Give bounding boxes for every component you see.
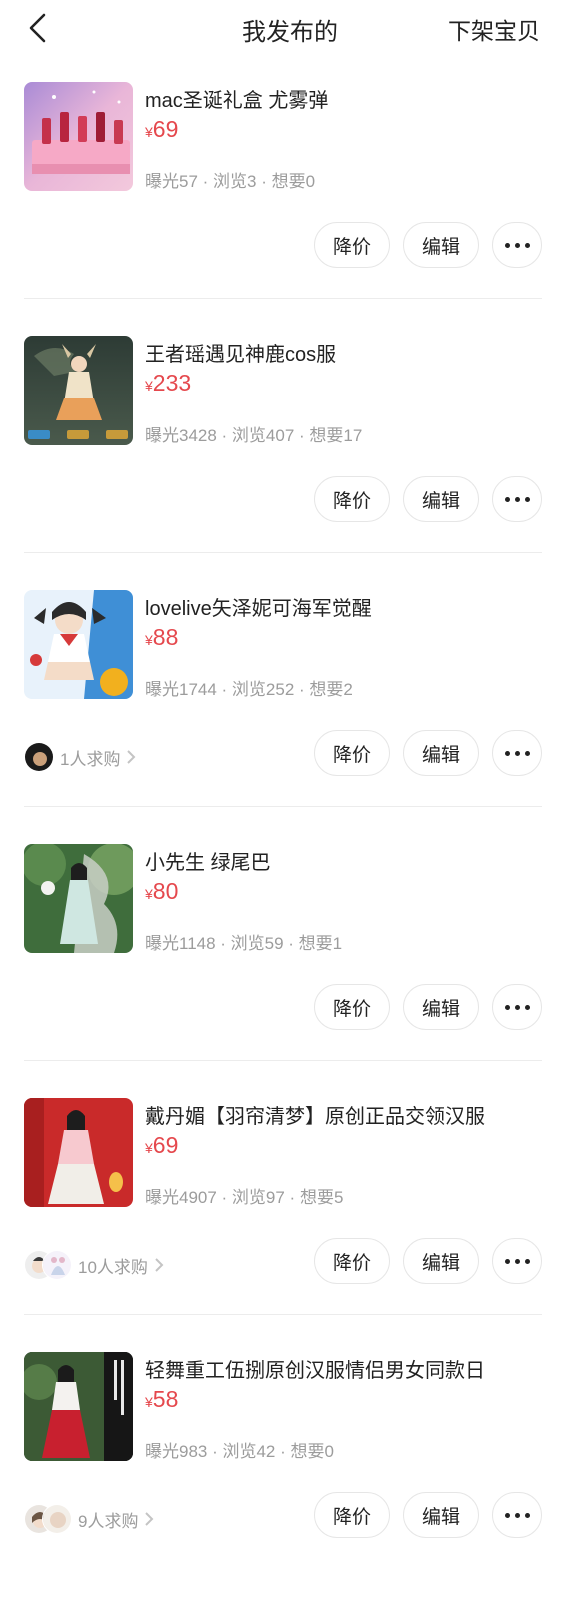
buyer-requests[interactable]: 9人求购	[24, 1504, 154, 1534]
delist-items-button[interactable]: 下架宝贝	[448, 12, 540, 46]
list-item[interactable]: mac圣诞礼盒 尤雾弹 ¥69 曝光57 · 浏览3 · 想要0 降价 编辑	[0, 58, 580, 312]
item-thumbnail[interactable]	[24, 336, 133, 445]
item-title: mac圣诞礼盒 尤雾弹	[145, 90, 329, 112]
buyer-avatars	[24, 1250, 72, 1280]
item-price: ¥80	[145, 878, 179, 904]
chevron-right-icon	[127, 750, 136, 764]
buyer-requests[interactable]: 10人求购	[24, 1250, 164, 1280]
reduce-price-button[interactable]: 降价	[314, 984, 390, 1030]
buyer-avatars	[24, 1504, 72, 1534]
more-dots-icon	[504, 1258, 530, 1264]
item-price: ¥58	[145, 1386, 179, 1412]
item-actions: 降价 编辑	[314, 1492, 542, 1538]
edit-button[interactable]: 编辑	[403, 1238, 479, 1284]
more-dots-icon	[504, 750, 530, 756]
item-title: 王者瑶遇见神鹿cos服	[145, 344, 337, 366]
item-stats: 曝光1148 · 浏览59 · 想要1	[145, 934, 343, 953]
reduce-price-button[interactable]: 降价	[314, 730, 390, 776]
more-button[interactable]	[492, 1238, 542, 1284]
more-dots-icon	[504, 496, 530, 502]
more-button[interactable]	[492, 730, 542, 776]
published-items-list: mac圣诞礼盒 尤雾弹 ¥69 曝光57 · 浏览3 · 想要0 降价 编辑 王…	[0, 58, 580, 1582]
item-price: ¥88	[145, 624, 179, 650]
item-thumbnail[interactable]	[24, 1352, 133, 1461]
list-item[interactable]: lovelive矢泽妮可海军觉醒 ¥88 曝光1744 · 浏览252 · 想要…	[0, 552, 580, 820]
edit-button[interactable]: 编辑	[403, 222, 479, 268]
more-button[interactable]	[492, 476, 542, 522]
edit-button[interactable]: 编辑	[403, 730, 479, 776]
buyer-request-count: 9人求购	[78, 1511, 139, 1531]
item-thumbnail[interactable]	[24, 590, 133, 699]
reduce-price-button[interactable]: 降价	[314, 476, 390, 522]
more-dots-icon	[504, 1512, 530, 1518]
item-stats: 曝光1744 · 浏览252 · 想要2	[145, 680, 353, 699]
item-stats: 曝光57 · 浏览3 · 想要0	[145, 172, 316, 191]
item-price: ¥69	[145, 1132, 179, 1158]
more-button[interactable]	[492, 984, 542, 1030]
item-actions: 降价 编辑	[314, 1238, 542, 1284]
edit-button[interactable]: 编辑	[403, 476, 479, 522]
item-thumbnail[interactable]	[24, 844, 133, 953]
item-actions: 降价 编辑	[314, 476, 542, 522]
item-actions: 降价 编辑	[314, 730, 542, 776]
reduce-price-button[interactable]: 降价	[314, 222, 390, 268]
chevron-right-icon	[155, 1258, 164, 1272]
item-title: lovelive矢泽妮可海军觉醒	[145, 598, 372, 620]
item-stats: 曝光4907 · 浏览97 · 想要5	[145, 1188, 344, 1207]
item-thumbnail[interactable]	[24, 1098, 133, 1207]
top-bar: 我发布的 下架宝贝	[0, 0, 580, 58]
item-title: 戴丹媚【羽帘清梦】原创正品交领汉服	[145, 1106, 485, 1128]
more-button[interactable]	[492, 1492, 542, 1538]
edit-button[interactable]: 编辑	[403, 1492, 479, 1538]
buyer-request-count: 1人求购	[60, 749, 121, 769]
avatar	[42, 1250, 72, 1280]
item-price: ¥69	[145, 116, 179, 142]
item-actions: 降价 编辑	[314, 984, 542, 1030]
buyer-avatars	[24, 742, 54, 772]
list-item[interactable]: 王者瑶遇见神鹿cos服 ¥233 曝光3428 · 浏览407 · 想要17 降…	[0, 298, 580, 566]
reduce-price-button[interactable]: 降价	[314, 1238, 390, 1284]
list-item[interactable]: 小先生 绿尾巴 ¥80 曝光1148 · 浏览59 · 想要1 降价 编辑	[0, 806, 580, 1074]
list-item[interactable]: 戴丹媚【羽帘清梦】原创正品交领汉服 ¥69 曝光4907 · 浏览97 · 想要…	[0, 1060, 580, 1328]
chevron-right-icon	[145, 1512, 154, 1526]
avatar	[42, 1504, 72, 1534]
item-title: 轻舞重工伍捌原创汉服情侣男女同款日	[145, 1360, 485, 1382]
avatar	[24, 742, 54, 772]
item-thumbnail[interactable]	[24, 82, 133, 191]
buyer-requests[interactable]: 1人求购	[24, 742, 136, 772]
item-price: ¥233	[145, 370, 192, 396]
more-button[interactable]	[492, 222, 542, 268]
edit-button[interactable]: 编辑	[403, 984, 479, 1030]
reduce-price-button[interactable]: 降价	[314, 1492, 390, 1538]
more-dots-icon	[504, 242, 530, 248]
item-title: 小先生 绿尾巴	[145, 852, 271, 874]
buyer-request-count: 10人求购	[78, 1257, 148, 1277]
item-stats: 曝光983 · 浏览42 · 想要0	[145, 1442, 334, 1461]
item-actions: 降价 编辑	[314, 222, 542, 268]
more-dots-icon	[504, 1004, 530, 1010]
list-item[interactable]: 轻舞重工伍捌原创汉服情侣男女同款日 ¥58 曝光983 · 浏览42 · 想要0…	[0, 1314, 580, 1582]
item-stats: 曝光3428 · 浏览407 · 想要17	[145, 426, 363, 445]
